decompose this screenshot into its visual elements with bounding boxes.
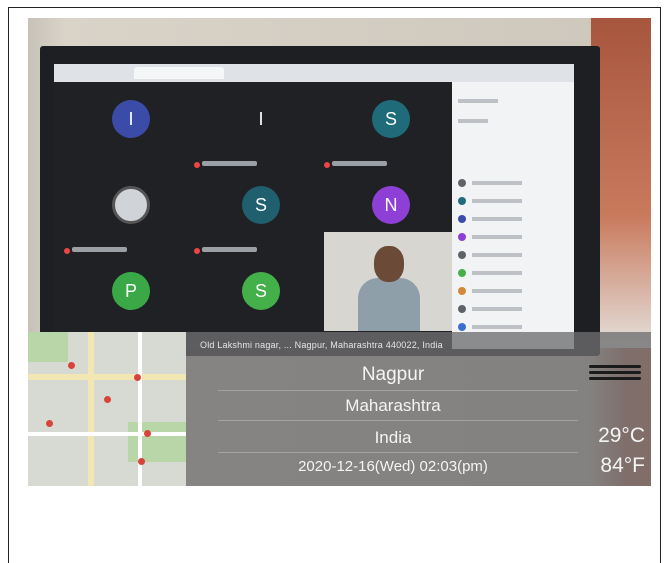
participant-row (458, 322, 566, 332)
participant-row (458, 268, 566, 278)
divider (218, 452, 578, 453)
participants-panel (452, 82, 574, 349)
map-pin-icon (134, 374, 141, 381)
panel-row (458, 116, 566, 126)
temperature-fahrenheit: 84°F (600, 454, 645, 477)
participant-avatar: P (112, 272, 150, 310)
state-label: Maharashtra (345, 396, 441, 415)
geotag-overlay: Old Lakshmi nagar, ... Nagpur, Maharasht… (28, 332, 651, 486)
participant-tile: I (194, 86, 324, 172)
participant-name-tag (202, 161, 257, 166)
address-line: Old Lakshmi nagar, ... Nagpur, Maharasht… (200, 340, 443, 350)
participant-tile: I (64, 86, 194, 172)
muted-mic-icon (324, 162, 330, 168)
browser-toolbar (54, 64, 574, 82)
participant-row (458, 304, 566, 314)
participant-name-tag (72, 247, 127, 252)
map-pin-icon (68, 362, 75, 369)
participant-tile (64, 172, 194, 258)
redacted-mark (589, 362, 641, 388)
participant-name-tag (202, 247, 257, 252)
participant-row (458, 196, 566, 206)
divider (218, 420, 578, 421)
participant-tile: S (324, 86, 454, 172)
panel-header (458, 96, 566, 106)
monitor-screen: I I S S N P S (54, 64, 574, 349)
participant-row (458, 178, 566, 188)
country-label: India (374, 428, 412, 447)
participant-avatar: S (242, 272, 280, 310)
divider (218, 390, 578, 391)
temperature-celsius: 29°C (598, 424, 645, 447)
wall-background (591, 18, 651, 348)
person-body (358, 278, 420, 331)
geotagged-photo: I I S S N P S Old Lakshmi nagar, ... Nag… (28, 18, 651, 486)
map-pin-icon (46, 420, 53, 427)
person-face (374, 246, 404, 282)
participant-avatar (112, 186, 150, 224)
participant-avatar: S (242, 186, 280, 224)
map-pin-icon (104, 396, 111, 403)
participant-name-tag (332, 161, 387, 166)
muted-mic-icon (64, 248, 70, 254)
participant-row (458, 232, 566, 242)
participant-avatar: I (112, 100, 150, 138)
muted-mic-icon (194, 162, 200, 168)
browser-tab (134, 67, 224, 79)
participant-tile: S (194, 172, 324, 258)
participant-avatar: S (372, 100, 410, 138)
map-pin-icon (144, 430, 151, 437)
datetime-label: 2020-12-16(Wed) 02:03(pm) (298, 458, 488, 475)
participant-avatar: I (258, 108, 264, 129)
participant-row (458, 286, 566, 296)
map-pin-icon (138, 458, 145, 465)
participant-row (458, 214, 566, 224)
participant-row (458, 250, 566, 260)
muted-mic-icon (194, 248, 200, 254)
self-view-video (324, 232, 452, 331)
location-map-thumbnail (28, 332, 186, 486)
city-label: Nagpur (361, 364, 425, 385)
participant-avatar: N (372, 186, 410, 224)
